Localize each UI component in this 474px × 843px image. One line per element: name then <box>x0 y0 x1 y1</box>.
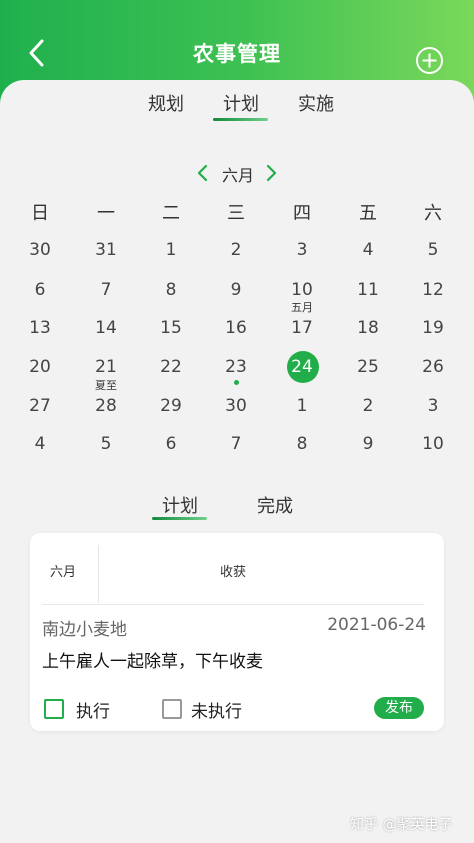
calendar-day[interactable]: 10 <box>413 434 453 454</box>
weekday-sun: 日 <box>31 203 49 224</box>
calendar-day[interactable]: 9 <box>348 434 388 454</box>
calendar-day[interactable]: 2 <box>348 396 388 416</box>
weekday-sat: 六 <box>424 203 442 224</box>
weekday-mon: 一 <box>97 203 115 224</box>
prev-month-icon[interactable] <box>196 163 210 183</box>
tab-plan-list[interactable]: 计划 <box>150 492 210 518</box>
calendar-day[interactable]: 5 <box>413 240 453 260</box>
event-dot <box>234 380 239 385</box>
calendar-day[interactable]: 5 <box>86 434 126 454</box>
execute-checkbox[interactable] <box>44 699 64 719</box>
calendar-day[interactable]: 14 <box>86 318 126 338</box>
calendar-day[interactable]: 8 <box>282 434 322 454</box>
page-title: 农事管理 <box>193 42 281 66</box>
month-navigation: 六月 <box>0 160 474 186</box>
watermark: 知乎 @聚英电子 <box>350 817 453 833</box>
calendar-day[interactable]: 9 <box>216 280 256 300</box>
calendar-day[interactable]: 23 <box>216 357 256 377</box>
calendar-day[interactable]: 6 <box>20 280 60 300</box>
card-action: 收获 <box>220 565 247 580</box>
calendar-day[interactable]: 2 <box>216 240 256 260</box>
divider <box>42 604 424 605</box>
calendar-day[interactable]: 29 <box>151 396 191 416</box>
calendar-day[interactable]: 11 <box>348 280 388 300</box>
calendar-day[interactable]: 6 <box>151 434 191 454</box>
lower-tab-indicator <box>152 517 207 520</box>
tab-planning[interactable]: 规划 <box>136 90 196 116</box>
calendar-day[interactable]: 3 <box>413 396 453 416</box>
plan-card[interactable]: 六月 收获 南边小麦地 2021-06-24 上午雇人一起除草，下午收麦 执行 … <box>30 533 444 731</box>
calendar-day[interactable]: 4 <box>20 434 60 454</box>
calendar-day[interactable]: 13 <box>20 318 60 338</box>
weekday-wed: 三 <box>227 203 245 224</box>
calendar-day[interactable]: 15 <box>151 318 191 338</box>
calendar-day[interactable]: 17 <box>282 318 322 338</box>
calendar-day[interactable]: 10 <box>282 280 322 300</box>
tab-completed[interactable]: 完成 <box>245 492 305 518</box>
plan-description: 上午雇人一起除草，下午收麦 <box>42 652 263 672</box>
month-label: 六月 <box>221 166 254 185</box>
tab-implementation[interactable]: 实施 <box>286 90 346 116</box>
calendar-day[interactable]: 18 <box>348 318 388 338</box>
weekday-thu: 四 <box>293 203 311 224</box>
field-name: 南边小麦地 <box>42 620 127 640</box>
calendar-day[interactable]: 7 <box>216 434 256 454</box>
calendar-day[interactable]: 26 <box>413 357 453 377</box>
calendar-day[interactable]: 21 <box>86 357 126 377</box>
weekday-fri: 五 <box>359 203 377 224</box>
calendar-day[interactable]: 31 <box>86 240 126 260</box>
calendar-day[interactable]: 7 <box>86 280 126 300</box>
calendar-day[interactable]: 25 <box>348 357 388 377</box>
calendar-day[interactable]: 1 <box>151 240 191 260</box>
execute-label: 执行 <box>76 702 110 722</box>
calendar-day[interactable]: 4 <box>348 240 388 260</box>
tab-plan[interactable]: 计划 <box>211 90 271 116</box>
calendar-day[interactable]: 24 <box>282 357 322 377</box>
calendar-day[interactable]: 30 <box>216 396 256 416</box>
weekday-tue: 二 <box>162 203 180 224</box>
calendar-day[interactable]: 30 <box>20 240 60 260</box>
calendar-day[interactable]: 22 <box>151 357 191 377</box>
calendar-day[interactable]: 3 <box>282 240 322 260</box>
active-tab-indicator <box>213 118 268 121</box>
calendar-day[interactable]: 1 <box>282 396 322 416</box>
solar-term-note: 夏至 <box>95 379 117 392</box>
not-execute-label: 未执行 <box>191 702 242 722</box>
add-circle-icon[interactable] <box>415 46 444 75</box>
calendar-day[interactable]: 12 <box>413 280 453 300</box>
calendar-day[interactable]: 16 <box>216 318 256 338</box>
calendar-day[interactable]: 20 <box>20 357 60 377</box>
calendar-day[interactable]: 27 <box>20 396 60 416</box>
calendar-day[interactable]: 28 <box>86 396 126 416</box>
plan-date: 2021-06-24 <box>327 615 426 635</box>
divider <box>98 545 99 603</box>
publish-button[interactable]: 发布 <box>374 697 424 719</box>
next-month-icon[interactable] <box>264 163 278 183</box>
card-month: 六月 <box>50 565 77 580</box>
calendar-day[interactable]: 19 <box>413 318 453 338</box>
lunar-month-note: 五月 <box>291 301 313 314</box>
not-execute-checkbox[interactable] <box>162 699 182 719</box>
calendar-day[interactable]: 8 <box>151 280 191 300</box>
